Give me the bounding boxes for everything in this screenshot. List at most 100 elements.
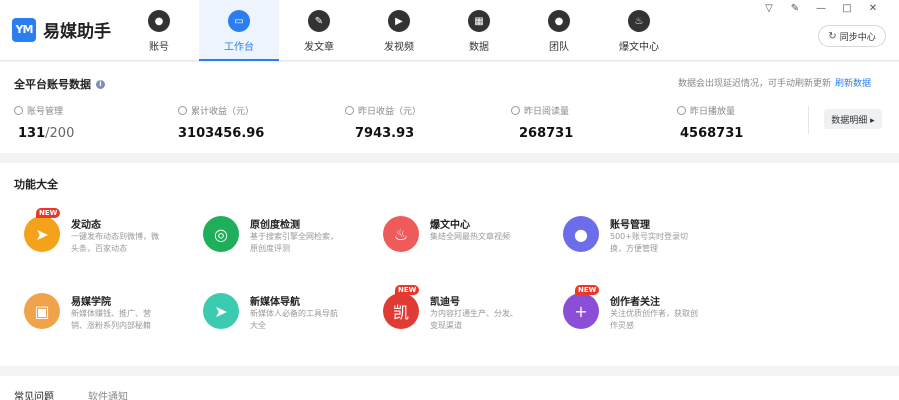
monitor-icon: ▭ (228, 10, 250, 32)
stat-value: 3103456.96 (178, 126, 264, 141)
stat-label: 昨日播放量 (677, 104, 743, 117)
feature-name: 发动态 (71, 220, 101, 231)
stat-value-number: 268731 (519, 126, 574, 141)
info-icon[interactable]: i (96, 79, 105, 89)
stats-title-text: 全平台账号数据 (14, 78, 91, 91)
feature-item[interactable]: ◎ 原创度检测 基于搜索引擎全网检索，原创度评测 (203, 216, 373, 266)
stat-value: 131/200 (18, 126, 74, 141)
user-icon (14, 106, 23, 115)
close-button[interactable]: ✕ (867, 2, 879, 14)
minimize-button[interactable]: — (815, 2, 827, 14)
nav-item-4[interactable]: ▦ 数据 (439, 0, 519, 61)
data-detail-button[interactable]: 数据明细 ▸ (824, 109, 882, 129)
logo-icon: YM (12, 17, 36, 42)
stat-item: 昨日收益（元） 7943.93 (345, 104, 421, 141)
nav-label: 爆文中心 (619, 42, 659, 53)
paper-plane-icon: ➤ (24, 216, 60, 252)
refresh-data-link[interactable]: 刷新数据 (835, 79, 871, 89)
fire-icon: ♨ (383, 216, 419, 252)
stat-label-text: 昨日播放量 (690, 107, 736, 117)
add-user-icon: + (563, 293, 599, 329)
feature-item[interactable]: 凯 NEW 凯迪号 为内容打通生产、分发、变现渠道 (383, 285, 553, 343)
stat-label-text: 累计收益（元） (191, 107, 255, 117)
nav-item-6[interactable]: ♨ 爆文中心 (599, 0, 679, 61)
stat-item: 昨日阅读量 268731 (511, 104, 573, 141)
new-badge: NEW (395, 285, 420, 295)
nav-item-2[interactable]: ✎ 发文章 (279, 0, 359, 61)
nav-label: 发文章 (304, 42, 334, 53)
new-badge: NEW (36, 208, 61, 218)
feature-item[interactable]: ♨ 爆文中心 集结全网最热文章视频 (383, 216, 553, 266)
app-logo[interactable]: YM 易媒助手 (12, 17, 111, 42)
stats-panel: 全平台账号数据 i 数据会出现延迟情况，可手动刷新更新 刷新数据 账号管理 131/… (0, 62, 899, 153)
feature-item[interactable]: ➤ NEW 发动态 一键发布动态到微博，微头条，百家动态 (24, 208, 194, 266)
stats-title: 全平台账号数据 i (14, 76, 105, 92)
feature-desc: 为内容打通生产、分发、变现渠道 (430, 309, 518, 330)
features-panel: 功能大全 ➤ NEW 发动态 一键发布动态到微博，微头条，百家动态 ◎ 原创度检测 基于搜索… (0, 163, 899, 366)
feature-name: 凯迪号 (430, 297, 460, 308)
stat-value-number: 4568731 (680, 126, 744, 141)
eye-icon (511, 106, 520, 115)
nav-item-0[interactable]: ● 账号 (119, 0, 199, 61)
stat-label: 昨日阅读量 (511, 104, 573, 117)
user-icon: ● (563, 216, 599, 252)
feature-desc: 新媒体人必备的工具导航大全 (250, 309, 338, 330)
stat-item: 累计收益（元） 3103456.96 (178, 104, 264, 141)
stat-value: 4568731 (680, 126, 743, 141)
stat-value-number: 7943.93 (355, 126, 415, 141)
kaidi-icon: 凯 (383, 293, 419, 329)
team-icon: ● (548, 10, 570, 32)
features-title: 功能大全 (14, 178, 58, 191)
maximize-button[interactable]: □ (841, 2, 853, 14)
stat-value: 7943.93 (355, 126, 421, 141)
feature-name: 原创度检测 (250, 220, 300, 231)
stats-hint-text: 数据会出现延迟情况，可手动刷新更新 (677, 79, 831, 89)
stat-label: 累计收益（元） (178, 104, 264, 117)
sync-center-button[interactable]: ↻ 同步中心 (818, 25, 886, 47)
coin-icon (345, 106, 354, 115)
window-controls: ▽ ✎ — □ ✕ (763, 2, 879, 14)
feature-item[interactable]: ▣ 易媒学院 新媒体赚钱、推广、营销、涨粉系列内部秘籍 (24, 293, 194, 343)
radar-icon: ◎ (203, 216, 239, 252)
stat-label: 昨日收益（元） (345, 104, 421, 117)
user-icon: ● (148, 10, 170, 32)
feature-desc: 集结全网最热文章视频 (430, 232, 510, 241)
stat-value-number: 3103456.96 (178, 126, 265, 141)
app-title: 易媒助手 (43, 22, 111, 42)
nav-label: 发视频 (384, 42, 414, 53)
nav-item-1[interactable]: ▭ 工作台 (199, 0, 279, 61)
feature-desc: 基于搜索引擎全网检索，原创度评测 (250, 232, 338, 253)
nav-item-3[interactable]: ▶ 发视频 (359, 0, 439, 61)
feature-item[interactable]: + NEW 创作者关注 关注优质创作者，获取创作灵感 (563, 285, 733, 343)
feature-name: 新媒体导航 (250, 297, 300, 308)
stat-label-text: 账号管理 (27, 107, 64, 117)
feature-desc: 500+账号实时登录切换，方便管理 (610, 232, 688, 253)
dropdown-icon[interactable]: ▽ (763, 2, 775, 14)
stat-label-text: 昨日收益（元） (358, 107, 422, 117)
tab-faq[interactable]: 常见问题 (14, 388, 54, 400)
feature-name: 易媒学院 (71, 297, 111, 308)
feather-icon: ✎ (308, 10, 330, 32)
owl-icon: ▣ (24, 293, 60, 329)
play-circle-icon (677, 106, 686, 115)
feature-desc: 一键发布动态到微博，微头条，百家动态 (71, 232, 159, 253)
feature-item[interactable]: ● 账号管理 500+账号实时登录切换，方便管理 (563, 216, 733, 266)
sync-label: 同步中心 (839, 32, 876, 43)
tab-notifications[interactable]: 软件通知 (88, 388, 128, 400)
divider (808, 106, 809, 134)
chart-icon: ▦ (468, 10, 490, 32)
stat-value: 268731 (519, 126, 573, 141)
feature-desc: 新媒体赚钱、推广、营销、涨粉系列内部秘籍 (71, 309, 151, 330)
feature-item[interactable]: ➤ 新媒体导航 新媒体人必备的工具导航大全 (203, 293, 373, 343)
edit-icon[interactable]: ✎ (789, 2, 801, 14)
new-badge: NEW (575, 285, 600, 295)
top-bar: YM 易媒助手 ● 账号 ▭ 工作台 ✎ 发文章 ▶ 发视频 ▦ 数据 ● 团队 ♨ 爆文中心 ▽ ✎ —… (0, 0, 899, 61)
stats-hint: 数据会出现延迟情况，可手动刷新更新 刷新数据 (678, 76, 871, 89)
nav-label: 工作台 (224, 42, 254, 53)
play-icon: ▶ (388, 10, 410, 32)
nav-item-5[interactable]: ● 团队 (519, 0, 599, 61)
wallet-icon (178, 106, 187, 115)
stat-label: 账号管理 (14, 104, 74, 117)
stat-label-text: 昨日阅读量 (524, 107, 570, 117)
nav-label: 数据 (469, 42, 489, 53)
